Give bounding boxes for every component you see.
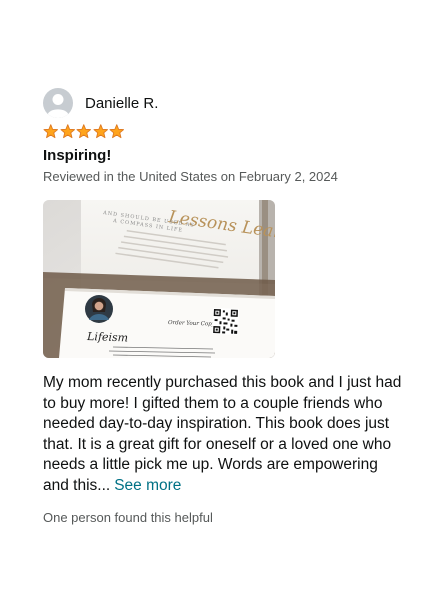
review-date: Reviewed in the United States on Februar… [43,169,338,184]
helpful-count: One person found this helpful [43,510,213,525]
star-rating [43,122,403,140]
star-icon [109,123,125,139]
review-photo[interactable]: Lessons Learned AND SHOULD BE USED AS A … [43,200,275,358]
review-title: Inspiring! [43,147,112,164]
reviewer-profile[interactable]: Danielle R. [43,87,403,119]
star-icon [60,123,76,139]
review-card: Danielle R. Inspiring! Reviewed in the U… [43,87,403,525]
see-more-link[interactable]: See more [114,477,181,494]
star-icon [76,123,92,139]
avatar-icon [43,88,73,118]
card-script-text: Lifeism [86,330,128,344]
star-icon [43,123,59,139]
review-body-text: My mom recently purchased this book and … [43,374,402,494]
star-icon [93,123,109,139]
review-body: My mom recently purchased this book and … [43,373,403,496]
reviewer-name[interactable]: Danielle R. [85,95,158,112]
